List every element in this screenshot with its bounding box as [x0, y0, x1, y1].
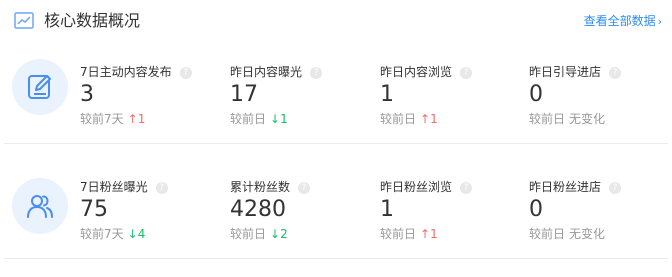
metric-value: 75: [80, 197, 108, 222]
metric-value: 0: [529, 82, 543, 107]
trend-value: 2: [280, 227, 288, 241]
divider: [4, 143, 668, 144]
metric-yesterday-store-referrals: 昨日引导进店? 0 较前日 无变化: [529, 64, 669, 148]
help-icon[interactable]: ?: [609, 67, 622, 79]
arrow-up-icon: ↑: [420, 227, 431, 241]
metric-label: 昨日粉丝浏览: [380, 180, 453, 194]
help-icon[interactable]: ?: [460, 67, 473, 79]
chevron-right-icon[interactable]: ›: [658, 15, 662, 28]
arrow-up-icon: ↑: [127, 112, 138, 126]
content-metrics-group: 7日主动内容发布? 3 较前7天 ↑1 昨日内容曝光? 17 较前日 ↓1 昨日内容…: [0, 38, 672, 158]
metric-label: 累计粉丝数: [230, 180, 291, 194]
metric-value: 3: [80, 82, 94, 107]
view-all-data-link[interactable]: 查看全部数据 ›: [584, 13, 662, 30]
fans-avatar: [12, 178, 68, 234]
trend-value: 无变化: [569, 227, 606, 241]
trend-value: 1: [280, 112, 288, 126]
compare-label: 较前7天: [80, 112, 124, 126]
metric-label: 昨日内容曝光: [230, 65, 303, 79]
metric-label: 7日主动内容发布: [80, 65, 172, 79]
trend-value: 1: [430, 112, 438, 126]
help-icon[interactable]: ?: [460, 182, 473, 194]
help-icon[interactable]: ?: [609, 182, 622, 194]
metric-yesterday-content-views: 昨日内容浏览? 1 较前日 ↑1: [380, 64, 520, 148]
help-icon[interactable]: ?: [298, 182, 311, 194]
trend-value: 4: [137, 227, 146, 241]
view-all-data-label[interactable]: 查看全部数据: [584, 14, 656, 28]
trend-value: 1: [430, 227, 438, 241]
metric-value: 1: [380, 197, 394, 222]
metric-yesterday-fan-store-visits: 昨日粉丝进店? 0 较前日 无变化: [529, 179, 669, 263]
arrow-up-icon: ↑: [420, 112, 431, 126]
compare-label: 较前日: [230, 112, 267, 126]
compare-label: 较前日: [380, 112, 417, 126]
help-icon[interactable]: ?: [310, 67, 323, 79]
metric-label: 昨日内容浏览: [380, 65, 453, 79]
content-avatar: [12, 59, 68, 115]
metric-value: 17: [230, 82, 258, 107]
divider: [4, 258, 668, 259]
help-icon[interactable]: ?: [155, 182, 168, 194]
chart-icon: [14, 12, 34, 30]
compare-label: 较前日: [230, 227, 267, 241]
compare-label: 较前7天: [80, 227, 124, 241]
compare-label: 较前日: [529, 227, 566, 241]
metric-value: 0: [529, 197, 543, 222]
metric-value: 4280: [230, 197, 286, 222]
trend-value: 1: [137, 112, 146, 126]
arrow-down-icon: ↓: [270, 227, 281, 241]
metric-yesterday-fan-views: 昨日粉丝浏览? 1 较前日 ↑1: [380, 179, 520, 263]
fan-metrics-group: 7日粉丝曝光? 75 较前7天 ↓4 累计粉丝数? 4280 较前日 ↓2 昨日粉丝…: [0, 157, 672, 277]
metric-yesterday-content-exposure: 昨日内容曝光? 17 较前日 ↓1: [230, 64, 370, 148]
arrow-down-icon: ↓: [270, 112, 281, 126]
edit-document-icon: [28, 75, 51, 99]
metric-total-fans: 累计粉丝数? 4280 较前日 ↓2: [230, 179, 370, 263]
compare-label: 较前日: [380, 227, 417, 241]
help-icon[interactable]: ?: [179, 67, 192, 79]
metric-7day-content-publish: 7日主动内容发布? 3 较前7天 ↑1: [80, 64, 220, 148]
users-icon: [27, 195, 53, 218]
metric-label: 昨日粉丝进店: [529, 180, 602, 194]
page-title: 核心数据概况: [44, 11, 141, 30]
arrow-down-icon: ↓: [127, 227, 138, 241]
metric-7day-fan-exposure: 7日粉丝曝光? 75 较前7天 ↓4: [80, 179, 220, 263]
trend-value: 无变化: [569, 112, 606, 126]
metric-label: 昨日引导进店: [529, 65, 602, 79]
compare-label: 较前日: [529, 112, 566, 126]
metric-label: 7日粉丝曝光: [80, 180, 148, 194]
metric-value: 1: [380, 82, 394, 107]
